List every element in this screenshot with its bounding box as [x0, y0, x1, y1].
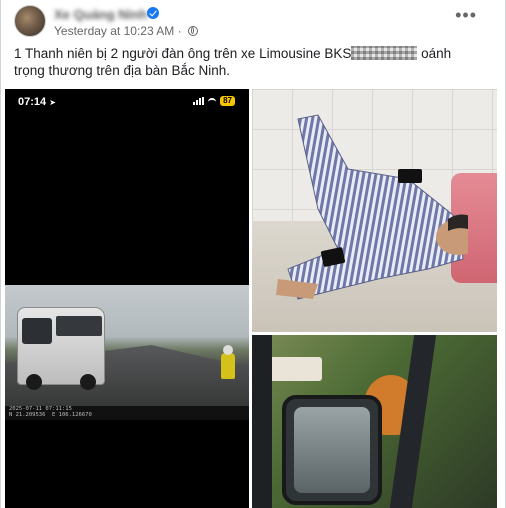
media-item-video[interactable]: 07:14 ➤ 87 2025-07-11 07:11:15 N 21.2095… [5, 89, 249, 508]
motorbike-rider [221, 345, 235, 379]
wifi-icon [208, 98, 217, 104]
status-time-text: 07:14 [18, 96, 47, 108]
pixelated-license-plate [351, 46, 418, 60]
author-name[interactable]: Xe Quảng Ninh [54, 7, 147, 22]
battery-indicator: 87 [220, 96, 235, 106]
dashcam-overlay-text: 2025-07-11 07:11:15 N 21.209536 E 106.12… [9, 406, 92, 418]
side-mirror [282, 395, 382, 505]
author-avatar[interactable] [14, 5, 46, 37]
van-window [22, 318, 52, 344]
media-item-hospital-photo[interactable] [252, 89, 497, 332]
dashcam-overlay-bar: 2025-07-11 07:11:15 N 21.209536 E 106.12… [5, 406, 249, 420]
facebook-post: Xe Quảng Ninh Yesterday at 10:23 AM · ••… [0, 0, 506, 508]
signal-icon [193, 97, 205, 105]
more-options-icon[interactable]: ••• [455, 6, 477, 24]
post-text: 1 Thanh niên bị 2 người đàn ông trên xe … [14, 45, 484, 79]
globe-icon[interactable] [187, 26, 198, 36]
post-timestamp[interactable]: Yesterday at 10:23 AM · [54, 24, 182, 38]
post-text-part1: 1 Thanh niên bị 2 người đàn ông trên xe … [14, 46, 352, 61]
phone-status-icons: 87 [193, 96, 235, 106]
vehicle-frame-left [252, 335, 272, 508]
media-grid: 07:14 ➤ 87 2025-07-11 07:11:15 N 21.2095… [5, 89, 497, 508]
media-item-roadside-photo[interactable] [252, 335, 497, 508]
patient-figure [276, 114, 468, 300]
phone-status-time: 07:14 ➤ [18, 96, 56, 108]
location-arrow-icon: ➤ [49, 98, 56, 107]
van-side-window [56, 316, 102, 336]
post-meta: Yesterday at 10:23 AM · [54, 24, 198, 38]
limousine-van [17, 307, 105, 390]
van-wheel [26, 374, 42, 390]
dashcam-frame: 2025-07-11 07:11:15 N 21.209536 E 106.12… [5, 285, 249, 420]
van-wheel [80, 374, 96, 390]
verified-badge-icon [147, 7, 159, 19]
